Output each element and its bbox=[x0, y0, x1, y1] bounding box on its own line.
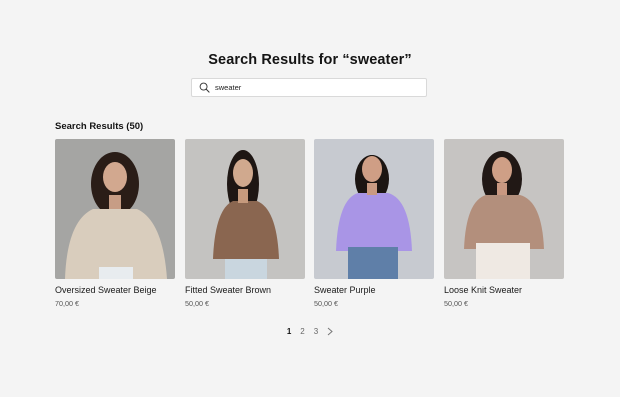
search-input[interactable] bbox=[215, 83, 415, 92]
product-image[interactable] bbox=[314, 139, 434, 279]
product-card[interactable]: Sweater Purple 50,00 € bbox=[314, 139, 434, 308]
product-image[interactable] bbox=[444, 139, 564, 279]
product-price: 50,00 € bbox=[185, 299, 209, 308]
product-name[interactable]: Sweater Purple bbox=[314, 285, 434, 295]
page-link-1[interactable]: 1 bbox=[287, 327, 291, 338]
pagination: 1 2 3 bbox=[0, 327, 620, 338]
page-link-3[interactable]: 3 bbox=[314, 327, 318, 338]
product-card[interactable]: Fitted Sweater Brown 50,00 € bbox=[185, 139, 305, 308]
product-price: 70,00 € bbox=[55, 299, 79, 308]
product-card[interactable]: Loose Knit Sweater 50,00 € bbox=[444, 139, 564, 308]
product-name[interactable]: Oversized Sweater Beige bbox=[55, 285, 175, 295]
product-image[interactable] bbox=[55, 139, 175, 279]
product-name[interactable]: Loose Knit Sweater bbox=[444, 285, 564, 295]
product-price: 50,00 € bbox=[314, 299, 338, 308]
search-icon[interactable] bbox=[198, 82, 210, 94]
product-image[interactable] bbox=[185, 139, 305, 279]
search-results-page: Search Results for “sweater” Search Resu… bbox=[0, 0, 620, 397]
results-heading: Search Results (50) bbox=[55, 121, 144, 132]
page-title: Search Results for “sweater” bbox=[208, 52, 412, 68]
search-bar[interactable] bbox=[191, 78, 427, 97]
page-link-2[interactable]: 2 bbox=[300, 327, 304, 338]
product-grid: Oversized Sweater Beige 70,00 € Fitted S… bbox=[55, 139, 565, 314]
product-price: 50,00 € bbox=[444, 299, 468, 308]
product-name[interactable]: Fitted Sweater Brown bbox=[185, 285, 305, 295]
product-card[interactable]: Oversized Sweater Beige 70,00 € bbox=[55, 139, 175, 308]
chevron-right-icon[interactable] bbox=[327, 327, 333, 338]
